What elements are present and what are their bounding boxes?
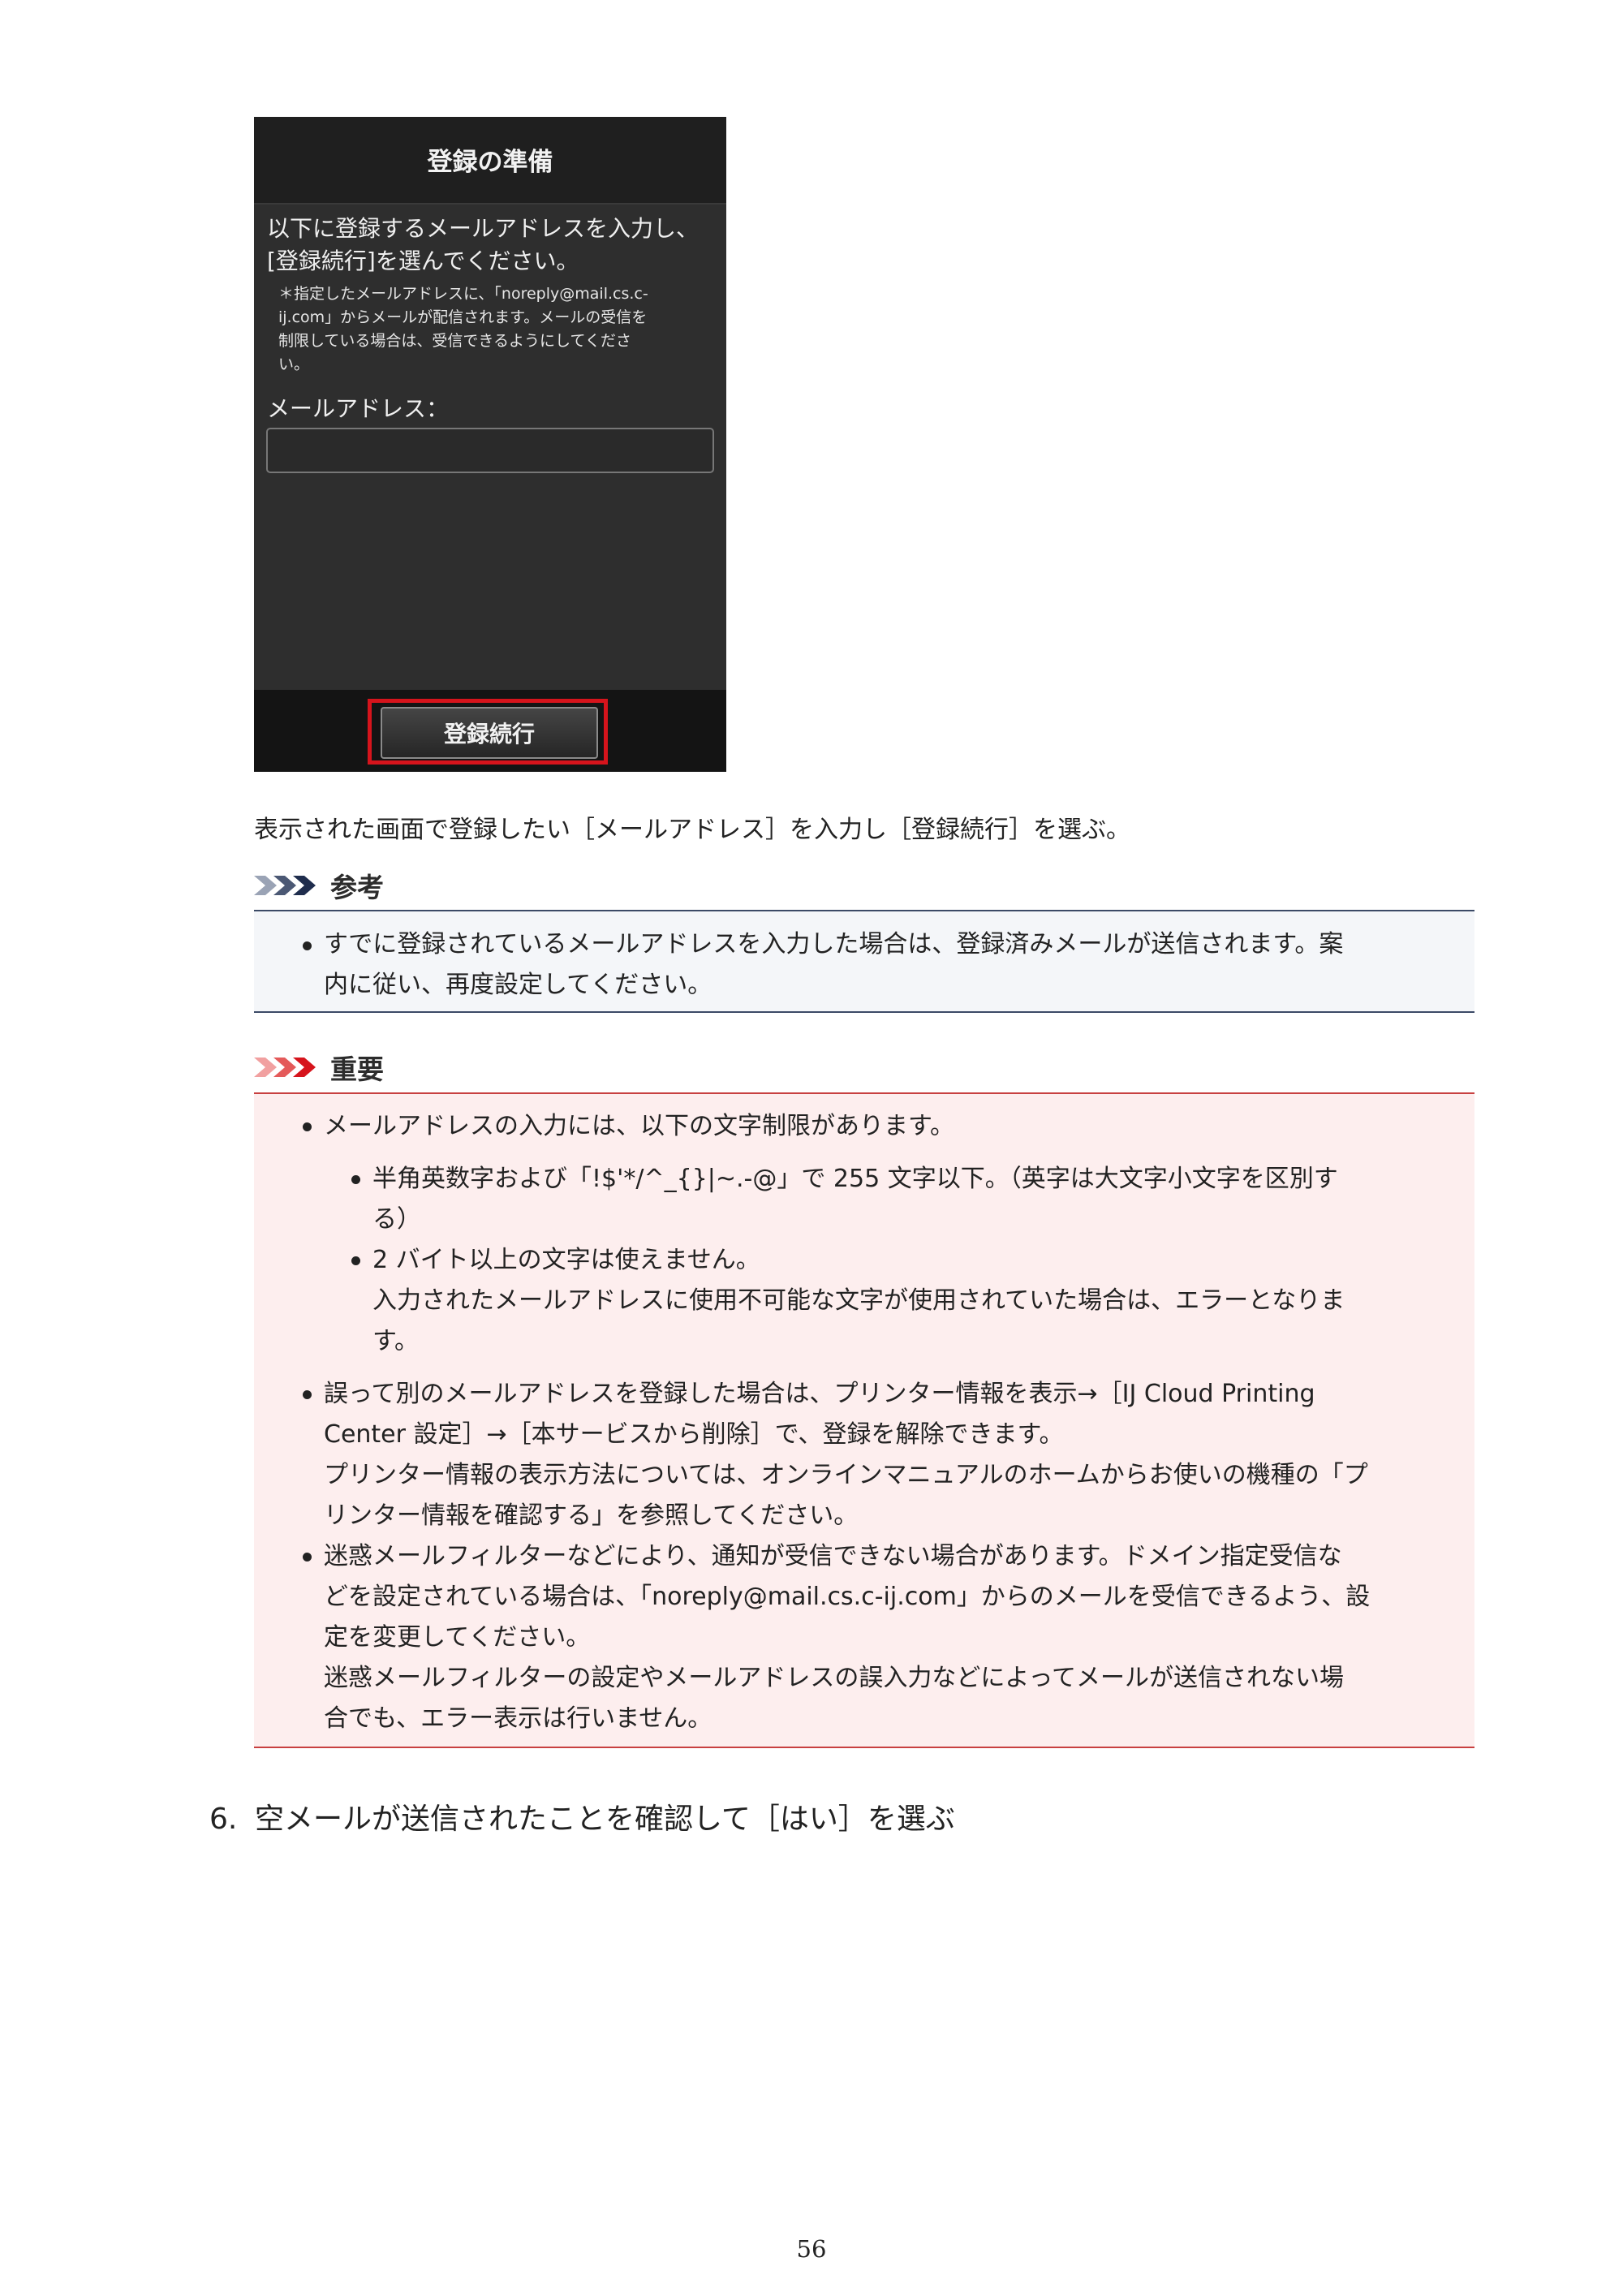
reference-heading: 参考 bbox=[254, 866, 384, 905]
device-note-line: い。 bbox=[278, 355, 310, 373]
bullet-dot bbox=[303, 1122, 312, 1131]
device-note-line: 制限している場合は、受信できるようにしてくださ bbox=[278, 332, 631, 350]
bullet-dot bbox=[303, 1390, 312, 1399]
important-item-line: 迷惑メールフィルターなどにより、通知が受信できない場合があります。ドメイン指定受… bbox=[324, 1542, 1342, 1570]
important-item-line: プリンター情報の表示方法については、オンラインマニュアルのホームからお使いの機種… bbox=[324, 1461, 1368, 1489]
important-item-line: どを設定されている場合は、「noreply@mail.cs.c-ij.com」か… bbox=[324, 1583, 1371, 1611]
email-input[interactable] bbox=[266, 428, 714, 473]
important-subitem-line: 2 バイト以上の文字は使えません。 bbox=[372, 1246, 760, 1274]
reference-item-line: すでに登録されているメールアドレスを入力した場合は、登録済みメールが送信されます… bbox=[324, 930, 1344, 958]
important-item-line: 合でも、エラー表示は行いません。 bbox=[324, 1704, 712, 1733]
important-subitem-line: 入力されたメールアドレスに使用不可能な文字が使用されていた場合は、エラーとなりま bbox=[372, 1286, 1345, 1315]
important-item-line: リンター情報を確認する」を参照してください。 bbox=[324, 1501, 859, 1530]
important-heading: 重要 bbox=[254, 1048, 384, 1087]
important-item-line: 誤って別のメールアドレスを登録した場合は、プリンター情報を表示→［IJ Clou… bbox=[324, 1380, 1315, 1408]
reference-box: すでに登録されているメールアドレスを入力した場合は、登録済みメールが送信されます… bbox=[254, 910, 1474, 1013]
important-subitem-line: る） bbox=[372, 1205, 421, 1234]
bullet-dot bbox=[303, 1553, 312, 1562]
step-heading: 6. 空メールが送信されたことを確認して［はい］を選ぶ bbox=[209, 1795, 955, 1837]
sub-bullet-dot bbox=[351, 1256, 360, 1265]
continue-registration-button[interactable]: 登録続行 bbox=[381, 707, 598, 759]
device-header: 登録の準備 bbox=[254, 117, 726, 205]
device-note: ＊指定したメールアドレスに、「noreply@mail.cs.c- ij.com… bbox=[278, 282, 712, 377]
triple-chevron-dark-icon bbox=[254, 874, 322, 897]
important-box: メールアドレスの入力には、以下の文字制限があります。 半角英数字および「!$'*… bbox=[254, 1092, 1474, 1748]
important-subitem-line: 半角英数字および「!$'*/^_{}|~.-@」で 255 文字以下。（英字は大… bbox=[372, 1165, 1338, 1193]
important-item-line: Center 設定］→［本サービスから削除］で、登録を解除できます。 bbox=[324, 1420, 1064, 1449]
email-label: メールアドレス： bbox=[267, 395, 450, 422]
important-subitem-line: す。 bbox=[372, 1327, 419, 1355]
device-note-line: ij.com」からメールが配信されます。メールの受信を bbox=[278, 308, 648, 326]
step-number: 6. bbox=[209, 1803, 238, 1836]
bullet-dot bbox=[303, 941, 312, 950]
device-instruction-line: 以下に登録するメールアドレスを入力し、 bbox=[267, 215, 700, 242]
important-item-line: メールアドレスの入力には、以下の文字制限があります。 bbox=[324, 1112, 954, 1140]
screen-caption: 表示された画面で登録したい［メールアドレス］を入力し［登録続行］を選ぶ。 bbox=[254, 816, 1130, 844]
device-screenshot: 登録の準備 以下に登録するメールアドレスを入力し、 [登録続行]を選んでください… bbox=[254, 117, 726, 772]
sub-bullet-dot bbox=[351, 1175, 360, 1184]
important-item-line: 迷惑メールフィルターの設定やメールアドレスの誤入力などによってメールが送信されな… bbox=[324, 1664, 1344, 1692]
page-number: 56 bbox=[796, 2235, 827, 2263]
device-instruction: 以下に登録するメールアドレスを入力し、 [登録続行]を選んでください。 bbox=[267, 213, 718, 278]
device-note-line: ＊指定したメールアドレスに、「noreply@mail.cs.c- bbox=[278, 285, 648, 303]
device-title: 登録の準備 bbox=[427, 148, 553, 177]
reference-item-line: 内に従い、再度設定してください。 bbox=[324, 971, 712, 999]
triple-chevron-red-icon bbox=[254, 1056, 322, 1079]
step-text: 空メールが送信されたことを確認して［はい］を選ぶ bbox=[255, 1803, 955, 1836]
important-item-line: 定を変更してください。 bbox=[324, 1623, 591, 1652]
device-instruction-line: [登録続行]を選んでください。 bbox=[267, 248, 579, 274]
important-heading-text: 重要 bbox=[330, 1053, 384, 1085]
reference-heading-text: 参考 bbox=[330, 872, 384, 903]
